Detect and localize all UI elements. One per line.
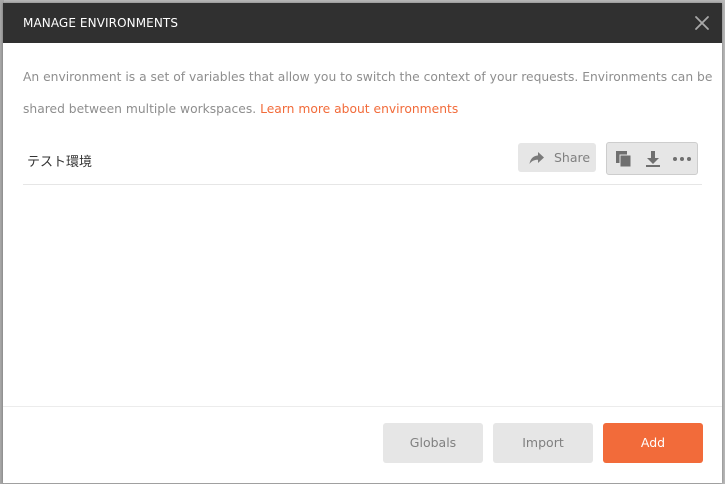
environment-row[interactable]: テスト環境 Share	[23, 142, 702, 185]
more-icon[interactable]	[671, 148, 693, 170]
learn-more-link[interactable]: Learn more about environments	[260, 102, 458, 116]
download-icon[interactable]	[642, 148, 664, 170]
share-label: Share	[554, 150, 591, 165]
manage-environments-modal: MANAGE ENVIRONMENTS An environment is a …	[3, 3, 722, 483]
add-button[interactable]: Add	[603, 423, 703, 463]
duplicate-icon[interactable]	[613, 148, 635, 170]
share-button[interactable]: Share	[518, 143, 596, 172]
modal-header: MANAGE ENVIRONMENTS	[3, 3, 722, 43]
environment-name[interactable]: テスト環境	[27, 151, 92, 170]
modal-title: MANAGE ENVIRONMENTS	[23, 16, 179, 30]
share-arrow-icon	[529, 152, 544, 164]
import-button[interactable]: Import	[493, 423, 593, 463]
close-icon[interactable]	[692, 13, 712, 33]
footer-divider	[3, 406, 722, 407]
environment-actions	[606, 142, 698, 175]
globals-button[interactable]: Globals	[383, 423, 483, 463]
description: An environment is a set of variables tha…	[23, 61, 713, 125]
